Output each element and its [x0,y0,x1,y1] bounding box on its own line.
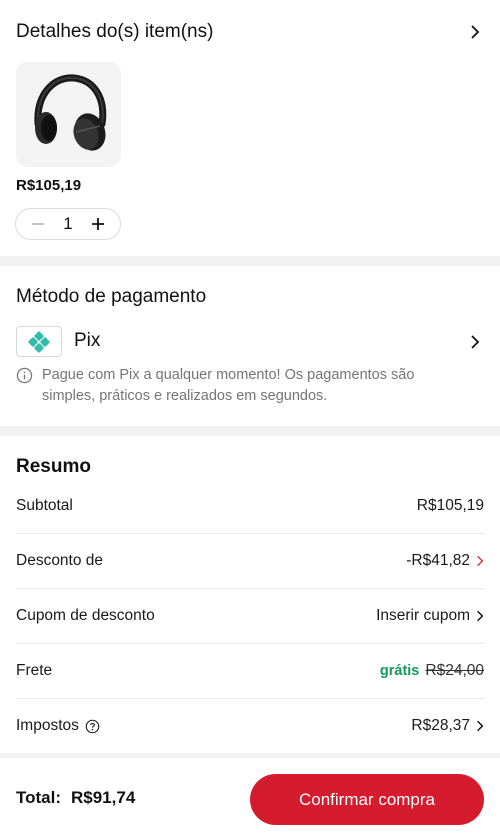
shipping-row: Frete grátis R$24,00 [16,644,484,698]
items-section-title: Detalhes do(s) item(ns) [16,21,214,42]
subtotal-label: Subtotal [16,497,73,514]
payment-method-label[interactable]: Pix [74,330,100,352]
minus-icon[interactable] [28,214,48,234]
plus-icon[interactable] [88,214,108,234]
taxes-row[interactable]: Impostos R$28,37 [16,699,484,753]
coupon-row[interactable]: Cupom de desconto Inserir cupom [16,589,484,643]
payment-info-text: Pague com Pix a qualquer momento! Os pag… [42,367,415,404]
items-section: Detalhes do(s) item(ns) R$105,19 1 [0,0,500,256]
free-shipping-badge: grátis [379,663,420,679]
summary-title: Resumo [16,456,91,477]
product-image[interactable] [16,62,121,167]
chevron-right-icon[interactable] [465,22,485,42]
chevron-right-icon[interactable] [476,610,484,622]
taxes-value: R$28,37 [411,717,470,734]
subtotal-row: Subtotal R$105,19 [16,479,484,533]
confirm-purchase-button[interactable]: Confirmar compra [250,774,484,825]
total-value: R$91,74 [71,788,136,807]
discount-row[interactable]: Desconto de -R$41,82 [16,534,484,588]
coupon-label: Cupom de desconto [16,607,155,624]
total-label: Total: [16,788,62,807]
insert-coupon-link[interactable]: Inserir cupom [376,607,470,625]
help-icon[interactable] [85,719,100,734]
taxes-label: Impostos [16,717,79,734]
discount-value: -R$41,82 [406,552,470,569]
product-price: R$105,19 [16,177,82,194]
original-shipping-price: R$24,00 [425,662,484,679]
quantity-value: 1 [63,214,73,233]
headphones-icon [34,74,107,151]
pix-method-box[interactable] [16,326,62,357]
chevron-right-icon[interactable] [476,720,484,732]
info-icon [16,367,33,384]
shipping-label: Frete [16,662,53,679]
payment-section-title: Método de pagamento [16,286,207,307]
chevron-right-icon[interactable] [476,555,484,567]
chevron-right-icon[interactable] [465,332,485,352]
discount-label: Desconto de [16,552,104,569]
pix-icon [28,330,50,353]
quantity-stepper: 1 [15,208,121,240]
subtotal-value: R$105,19 [416,497,484,514]
